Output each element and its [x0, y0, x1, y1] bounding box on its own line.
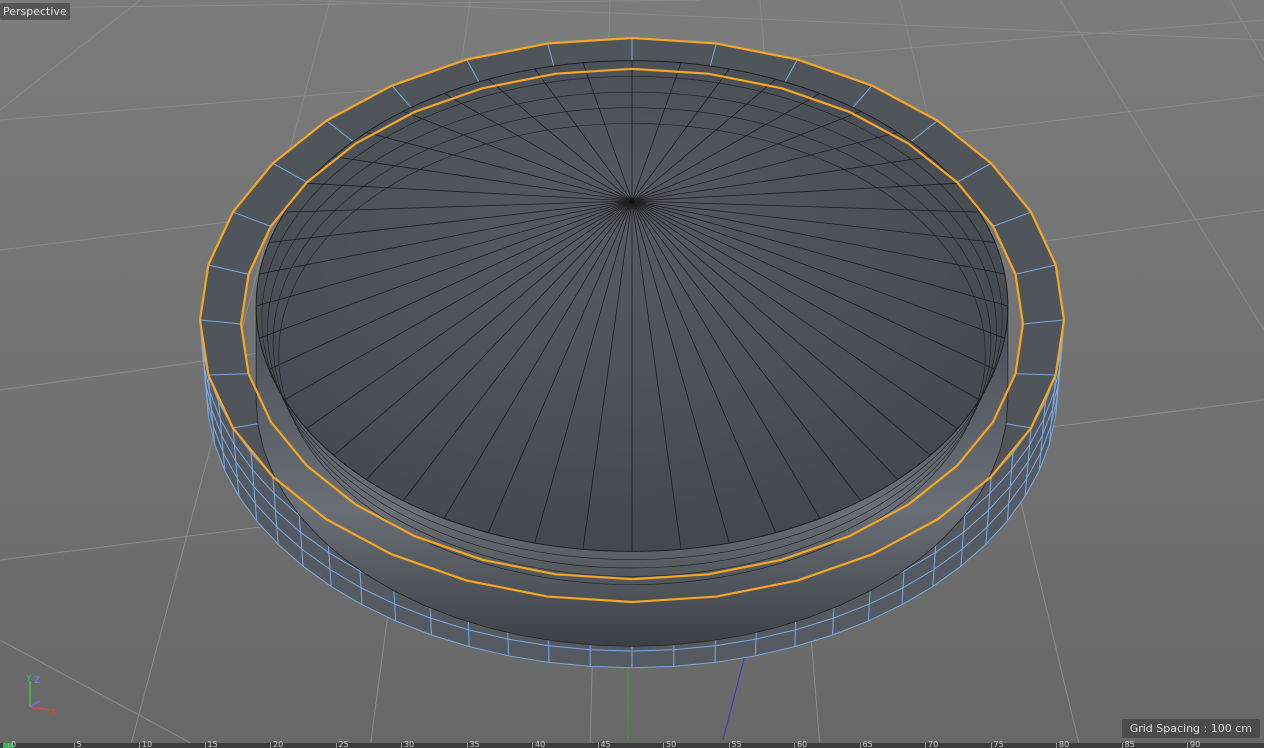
timeline-frame-label: 20 — [273, 740, 284, 748]
timeline-frame-label: 10 — [142, 740, 153, 748]
3d-viewport[interactable]: Perspective Y Z X Grid Spacing : 100 cm … — [0, 0, 1264, 748]
timeline-frame-label: 15 — [207, 740, 218, 748]
timeline-tick — [73, 743, 75, 748]
timeline-tick — [335, 743, 337, 748]
view-name-label[interactable]: Perspective — [0, 3, 70, 20]
timeline-tick — [401, 743, 402, 748]
timeline-tick — [990, 743, 992, 748]
timeline-tick — [270, 743, 271, 748]
timeline-tick — [139, 743, 140, 748]
timeline-tick — [728, 743, 730, 748]
timeline-tick — [204, 743, 206, 748]
timeline-frame-label: 65 — [862, 740, 873, 748]
timeline-frame-label: 50 — [666, 740, 677, 748]
cylinder-cap-mesh[interactable] — [198, 36, 1066, 669]
timeline-tick — [532, 743, 533, 748]
grid-spacing-label: Grid Spacing : 100 cm — [1121, 719, 1260, 738]
timeline-frame-label: 30 — [404, 740, 415, 748]
axis-x-label: X — [50, 708, 56, 718]
timeline-tick — [859, 743, 861, 748]
timeline-frame-label: 70 — [928, 740, 939, 748]
timeline-tick — [8, 743, 9, 748]
timeline-frame-label: 60 — [797, 740, 808, 748]
timeline-frame-label: 35 — [469, 740, 480, 748]
timeline-frame-label: 40 — [535, 740, 546, 748]
timeline-frame-label: 85 — [1124, 740, 1135, 748]
timeline-frame-label: 5 — [76, 740, 82, 748]
timeline-tick — [597, 743, 599, 748]
timeline-tick — [663, 743, 664, 748]
axis-z-label: Z — [34, 676, 40, 686]
timeline-tick — [794, 743, 795, 748]
axis-y-label: Y — [25, 674, 32, 684]
timeline-frame-label: 0 — [11, 740, 17, 748]
scene-canvas[interactable] — [0, 0, 1264, 748]
timeline-tick — [1121, 743, 1123, 748]
timeline-tick — [1056, 743, 1057, 748]
timeline-frame-label: 55 — [731, 740, 742, 748]
timeline-ruler[interactable]: 0 5 10 15 20 25 30 35 40 45 50 55 60 65 70 75 80 85 90 — [0, 740, 1264, 748]
timeline-frame-label: 75 — [993, 740, 1004, 748]
timeline-frame-label: 45 — [600, 740, 611, 748]
timeline-tick — [466, 743, 468, 748]
timeline-tick — [1187, 743, 1188, 748]
timeline-frame-label: 25 — [338, 740, 349, 748]
timeline-frame-label: 80 — [1059, 740, 1070, 748]
timeline-tick — [925, 743, 926, 748]
axis-gizmo-icon: Y Z X — [25, 674, 56, 718]
timeline-frame-label: 90 — [1190, 740, 1201, 748]
